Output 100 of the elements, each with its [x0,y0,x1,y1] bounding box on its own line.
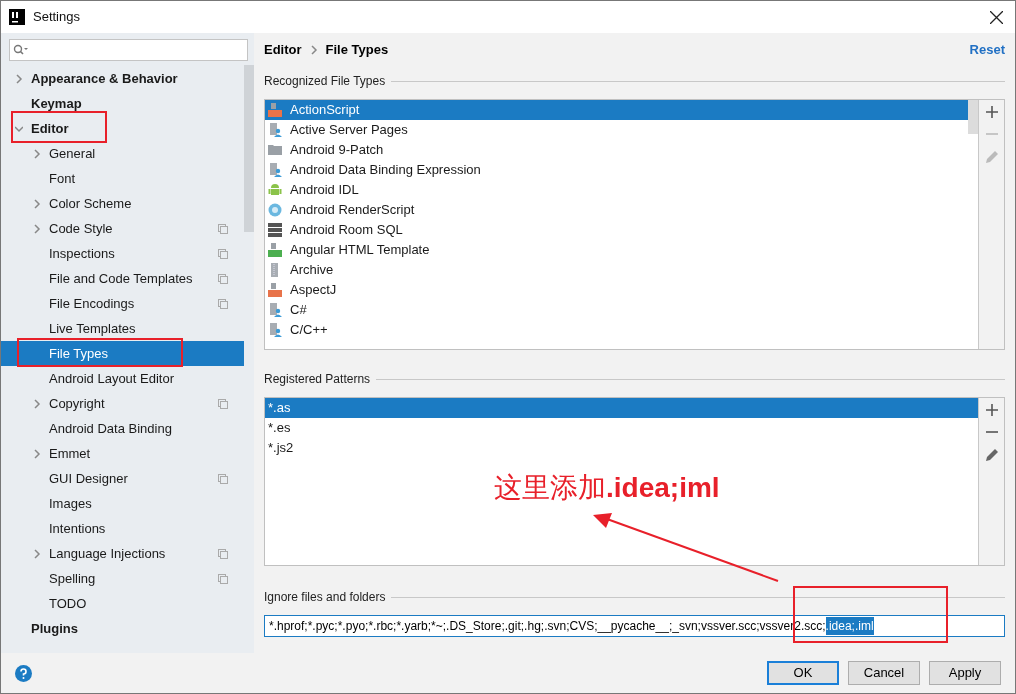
list-row[interactable]: *.js2 [265,438,978,458]
reset-link[interactable]: Reset [969,40,1005,60]
add-icon[interactable] [985,106,998,118]
tree-item-label: Android Layout Editor [49,369,175,388]
window-title: Settings [33,8,80,27]
list-row[interactable]: AspectJ [265,280,968,300]
list-row[interactable]: Angular HTML Template [265,240,968,260]
database-icon [268,223,282,237]
chevron-icon[interactable] [309,45,318,55]
tree-item-label: TODO [49,594,87,613]
chevron-icon[interactable] [33,148,41,159]
tree-item[interactable]: Font [1,166,244,191]
tree-item[interactable]: General [1,141,244,166]
tree-item-label: Images [49,494,92,513]
chevron-icon[interactable] [15,73,23,84]
section-title: Registered Patterns [264,371,371,388]
tree-item[interactable]: Appearance & Behavior [1,66,244,91]
search-field[interactable] [9,39,248,61]
tree-item-label: Color Scheme [49,194,132,213]
annotation-note: 这里添加.idea;iml [494,471,720,505]
list-row[interactable]: *.es [265,418,978,438]
renderscript-icon [268,203,282,217]
list-row[interactable]: Archive [265,260,968,280]
file-type-icon [268,283,282,297]
tree-item[interactable]: TODO [1,591,244,616]
tree-item[interactable]: Images [1,491,244,516]
folder-icon [268,143,282,157]
tree-item-label: Language Injections [49,544,166,563]
tree-item[interactable]: Inspections [1,241,244,266]
tree-item[interactable]: File and Code Templates [1,266,244,291]
tree-item[interactable]: File Types [1,341,244,366]
tree-item[interactable]: Android Data Binding [1,416,244,441]
tree-item[interactable]: Spelling [1,566,244,591]
close-icon[interactable] [990,10,1003,24]
file-type-icon [268,243,282,257]
tree-item-label: Emmet [49,444,91,463]
scrollbar[interactable] [244,65,254,232]
list-row[interactable]: Android RenderScript [265,200,968,220]
tree-item[interactable]: Intentions [1,516,244,541]
dialog-button[interactable]: OK [767,661,839,685]
dialog-button[interactable]: Cancel [848,661,920,685]
file-type-icon [268,323,282,337]
file-type-icon [268,103,282,117]
tree-item-label: Live Templates [49,319,136,338]
tree-item-label: Appearance & Behavior [31,69,178,88]
tree-item-label: Copyright [49,394,105,413]
edit-icon[interactable] [984,448,999,462]
tree-item[interactable]: Language Injections [1,541,244,566]
list-row[interactable]: Android IDL [265,180,968,200]
list-row[interactable]: ActionScript [265,100,968,120]
tree-item-label: Spelling [49,569,96,588]
android-icon [268,183,282,197]
search-icon [13,44,29,56]
chevron-icon[interactable] [33,198,41,209]
list-row[interactable]: Active Server Pages [265,120,968,140]
tree-item-label: File and Code Templates [49,269,193,288]
file-type-icon [268,123,282,137]
selected-text: .idea;.iml [825,617,874,635]
breadcrumb-item[interactable]: Editor [264,40,302,60]
tree-item[interactable]: Code Style [1,216,244,241]
tree-item[interactable]: Editor [1,116,244,141]
chevron-icon[interactable] [33,548,41,559]
tree-item[interactable]: Keymap [1,91,244,116]
chevron-icon[interactable] [33,223,41,234]
tree-item[interactable]: Emmet [1,441,244,466]
help-icon[interactable] [15,664,32,682]
section-title: Ignore files and folders [264,589,386,606]
tree-item-label: Code Style [49,219,113,238]
tree-item[interactable]: Color Scheme [1,191,244,216]
list-row[interactable]: Android Data Binding Expression [265,160,968,180]
dialog-button[interactable]: Apply [929,661,1001,685]
list-row[interactable]: C/C++ [265,320,968,340]
tree-item-label: Inspections [49,244,115,263]
tree-item[interactable]: Android Layout Editor [1,366,244,391]
chevron-icon[interactable] [33,448,41,459]
tree-item[interactable]: Copyright [1,391,244,416]
scrollbar[interactable] [968,100,978,134]
tree-item-label: File Encodings [49,294,135,313]
tree-item-label: File Types [49,344,108,363]
tree-item[interactable]: Plugins [1,616,244,641]
tree-item[interactable]: File Encodings [1,291,244,316]
list-row[interactable]: Android 9-Patch [265,140,968,160]
add-icon[interactable] [985,404,998,416]
list-row[interactable]: *.as [265,398,978,418]
tree-item-label: General [49,144,96,163]
tree-item-label: Font [49,169,75,188]
list-row[interactable]: C# [265,300,968,320]
tree-item-label: Intentions [49,519,106,538]
chevron-icon[interactable] [15,123,23,134]
section-title: Recognized File Types [264,73,386,90]
breadcrumb-item: File Types [325,41,389,60]
app-logo-icon [9,9,25,25]
list-row[interactable]: Android Room SQL [265,220,968,240]
chevron-icon[interactable] [33,398,41,409]
file-type-icon [268,163,282,177]
tree-item-label: Editor [31,119,69,138]
tree-item-label: Android Data Binding [49,419,172,438]
tree-item[interactable]: Live Templates [1,316,244,341]
tree-item[interactable]: GUI Designer [1,466,244,491]
tree-item-label: Keymap [31,94,82,113]
